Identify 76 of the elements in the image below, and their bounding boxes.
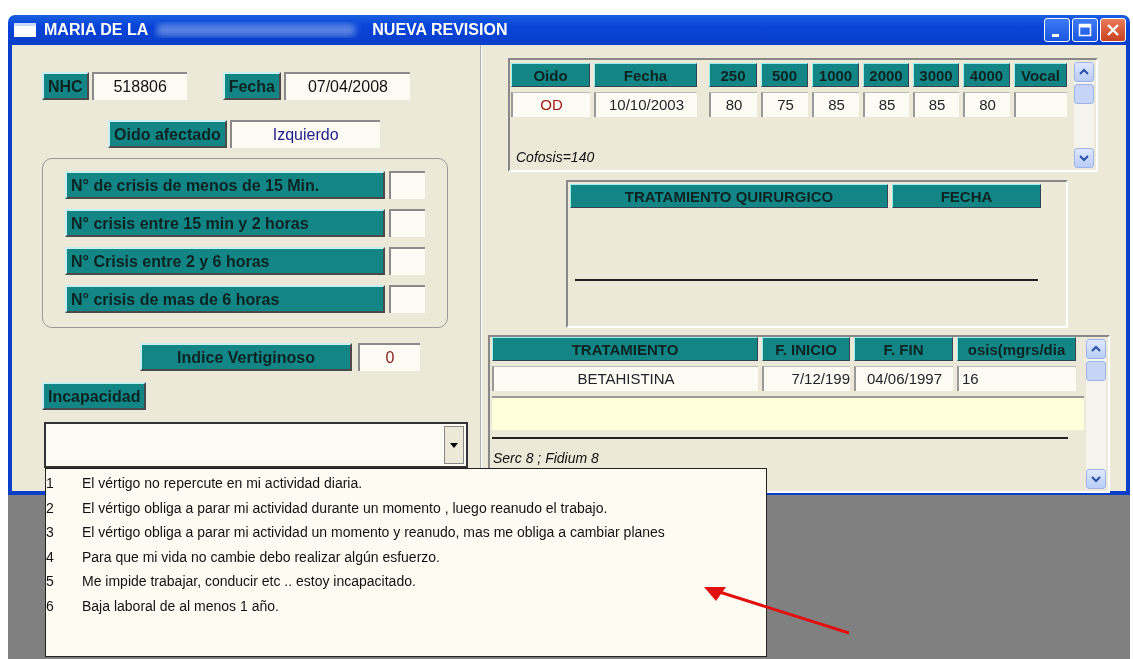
text-field[interactable] [389, 247, 425, 275]
chevron-up-icon [1079, 68, 1089, 76]
close-icon [1106, 23, 1120, 37]
chevron-down-icon [1079, 154, 1089, 162]
column-header[interactable]: TRATAMIENTO [492, 337, 758, 361]
maximize-button[interactable] [1072, 18, 1098, 42]
list-option[interactable]: 1 El vértigo no repercute en mi actividad diaria. [46, 471, 766, 496]
table-cell: 80 [963, 92, 1010, 117]
field-label: Indice Vertiginoso [140, 343, 352, 371]
minimize-button[interactable] [1044, 18, 1070, 42]
window-title: MARIA DE LA [44, 20, 149, 40]
list-option[interactable]: 3 El vértigo obliga a parar mi actividad un momento y reanudo, mas me obliga a cambiar planes [46, 520, 766, 545]
column-header[interactable]: 500 [761, 63, 808, 87]
table-cell: 85 [913, 92, 959, 117]
field-label: NHC [42, 72, 89, 100]
maximize-icon [1078, 23, 1092, 37]
selected-row[interactable] [492, 396, 1084, 430]
scroll-up-button[interactable] [1074, 62, 1094, 82]
list-option[interactable]: 4 Para que mi vida no cambie debo realizar algún esfuerzo. [46, 544, 766, 569]
chevron-down-icon [1091, 475, 1101, 483]
table-cell: 10/10/2003 [594, 92, 697, 117]
text-field[interactable] [389, 285, 425, 313]
table-cell: 85 [863, 92, 909, 117]
scroll-up-button[interactable] [1086, 339, 1106, 359]
table-cell: 85 [812, 92, 859, 117]
field-label: Incapacidad [42, 382, 147, 410]
column-header[interactable]: 1000 [812, 63, 859, 87]
dropdown-button[interactable] [444, 426, 464, 464]
text-field[interactable] [389, 171, 425, 199]
window-title: NUEVA REVISION [372, 20, 508, 40]
list-option[interactable]: 6 Baja laboral de al menos 1 año. [46, 593, 766, 618]
note-text: Cofosis=140 [516, 148, 595, 167]
chevron-up-icon [1091, 345, 1101, 353]
scrollbar-thumb[interactable] [1086, 361, 1106, 381]
text-field[interactable]: 07/04/2008 [283, 72, 410, 100]
column-header[interactable]: F. INICIO [762, 337, 850, 361]
table-cell: 04/06/1997 [854, 366, 953, 391]
window-icon [14, 23, 36, 37]
column-header[interactable]: 4000 [963, 63, 1010, 87]
column-header[interactable]: F. FIN [854, 337, 953, 361]
text-field[interactable] [389, 209, 425, 237]
column-header[interactable]: Oido [511, 63, 590, 87]
minimize-icon [1051, 33, 1059, 37]
field-label: Oido afectado [108, 120, 227, 148]
column-header[interactable]: TRATAMIENTO QUIRURGICO [570, 184, 888, 208]
column-header[interactable]: 3000 [913, 63, 959, 87]
text-field[interactable]: Izquierdo [229, 120, 380, 148]
combo-box[interactable] [44, 422, 468, 468]
scroll-down-button[interactable] [1086, 469, 1106, 489]
field-label: N° crisis de mas de 6 horas [65, 285, 385, 313]
close-button[interactable] [1100, 18, 1126, 42]
scrollbar-thumb[interactable] [1074, 84, 1094, 104]
column-header[interactable]: Fecha [594, 63, 697, 87]
column-header[interactable]: osis(mgrs/dia [957, 337, 1076, 361]
table-cell: OD [511, 92, 590, 117]
field-label: N° crisis entre 15 min y 2 horas [65, 209, 385, 237]
table-cell: 75 [761, 92, 808, 117]
table-cell: 16 [957, 366, 1076, 391]
column-header[interactable]: 2000 [863, 63, 909, 87]
field-label: Fecha [222, 72, 281, 100]
text-field[interactable]: 0 [358, 343, 420, 371]
table-cell: 80 [709, 92, 757, 117]
note-text: Serc 8 ; Fidium 8 [493, 449, 599, 468]
table-cell: BETAHISTINA [492, 366, 758, 391]
list-option[interactable]: 2 El vértigo obliga a parar mi actividad durante un momento , luego reanudo el trabajo. [46, 495, 766, 520]
field-label: N° de crisis de menos de 15 Min. [65, 171, 385, 199]
column-header[interactable]: Vocal [1014, 63, 1067, 87]
list-option[interactable]: 5 Me impide trabajar, conducir etc .. estoy incapacitado. [46, 569, 766, 594]
text-field[interactable]: 518806 [91, 72, 187, 100]
caret-icon [450, 442, 458, 448]
column-header[interactable]: 250 [709, 63, 757, 87]
column-header[interactable]: FECHA [892, 184, 1041, 208]
scroll-down-button[interactable] [1074, 148, 1094, 168]
table-cell [1014, 92, 1067, 117]
field-label: N° Crisis entre 2 y 6 horas [65, 247, 385, 275]
table-cell: 7/12/199 [762, 366, 850, 391]
